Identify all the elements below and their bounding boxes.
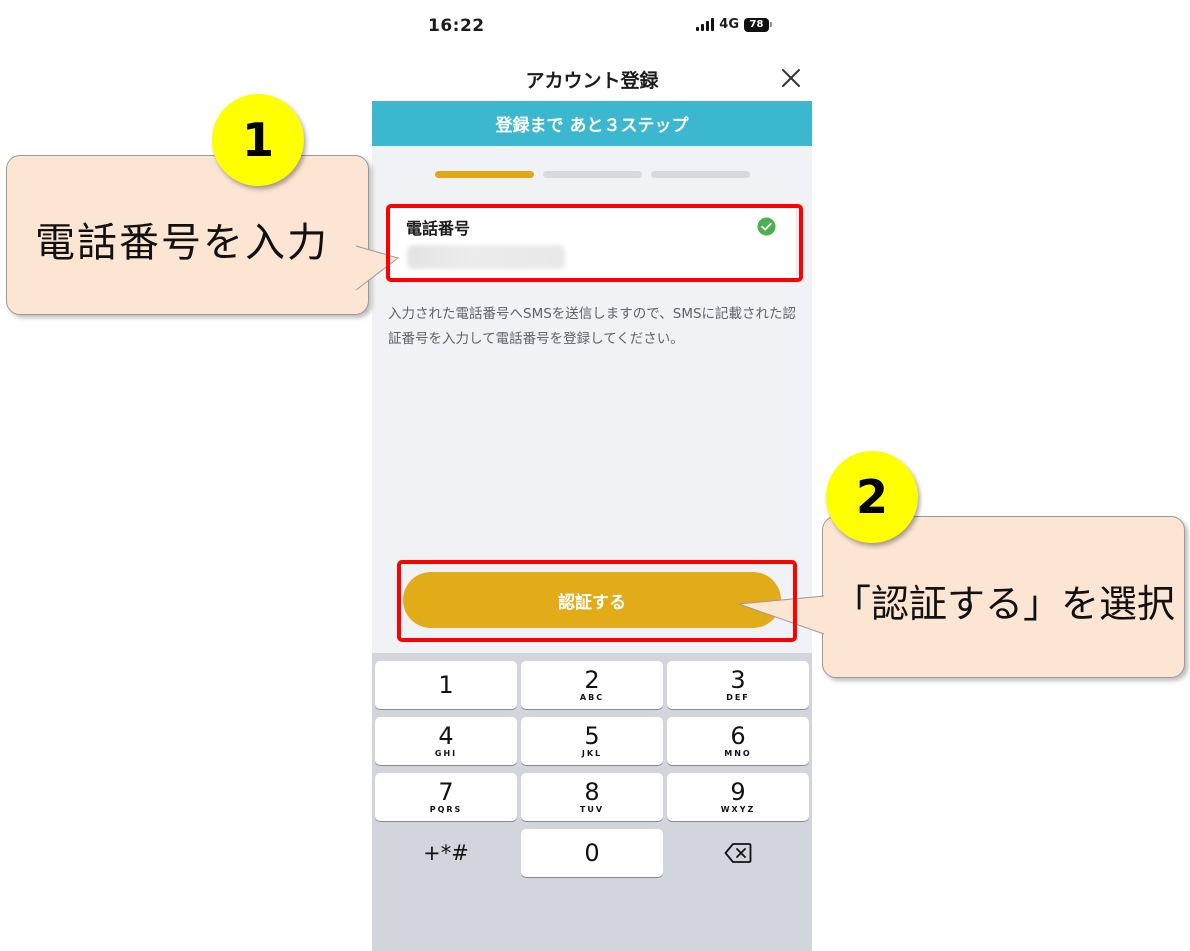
- key-letters: JKL: [581, 748, 603, 758]
- key-digit: 3: [730, 665, 746, 694]
- status-indicators: 4G 78: [696, 17, 772, 32]
- highlight-phone-field: [386, 204, 803, 282]
- key-digit: 8: [584, 777, 600, 806]
- key-letters: MNO: [724, 748, 752, 758]
- key-6[interactable]: 6 MNO: [667, 717, 809, 765]
- step-progress: [435, 171, 750, 178]
- key-1[interactable]: 1: [375, 661, 517, 709]
- key-digit: 9: [730, 777, 746, 806]
- sms-notice: 入力された電話番号へSMSを送信しますので、SMSに記載された認証番号を入力して…: [388, 306, 797, 347]
- phone-screen: 16:22 4G 78 アカウント登録 登録まで あと３ステップ 電話番号 09…: [372, 0, 812, 951]
- progress-step-1: [435, 171, 534, 178]
- key-letters: GHI: [434, 748, 458, 758]
- key-digit: 5: [584, 721, 600, 750]
- nav-bar: アカウント登録: [372, 52, 812, 102]
- progress-step-2: [543, 171, 642, 178]
- key-0[interactable]: 0: [521, 829, 663, 877]
- delete-backspace-icon: [724, 843, 752, 863]
- battery-level: 78: [744, 17, 769, 32]
- key-digit: 4: [438, 721, 454, 750]
- key-9[interactable]: 9 WXYZ: [667, 773, 809, 821]
- key-digit: 0: [584, 839, 600, 867]
- network-label: 4G: [719, 17, 739, 32]
- key-digit: 6: [730, 721, 746, 750]
- signal-icon: [696, 18, 715, 31]
- key-3[interactable]: 3 DEF: [667, 661, 809, 709]
- battery-icon: 78: [744, 17, 772, 32]
- key-letters: DEF: [726, 692, 750, 702]
- key-5[interactable]: 5 JKL: [521, 717, 663, 765]
- key-letters: PQRS: [429, 804, 463, 814]
- key-digit: 2: [584, 665, 600, 694]
- numeric-keypad: 1 2 ABC 3 DEF 4 GHI 5 JKL 6 MNO 7 PQRS 8…: [372, 653, 812, 951]
- key-2[interactable]: 2 ABC: [521, 661, 663, 709]
- step-2-badge: 2: [826, 451, 918, 543]
- progress-step-3: [651, 171, 750, 178]
- key-symbols[interactable]: +*#: [375, 829, 517, 877]
- key-digit: 7: [438, 777, 454, 806]
- status-time: 16:22: [428, 16, 485, 36]
- callout-step-1-text: 電話番号を入力: [35, 220, 329, 266]
- key-7[interactable]: 7 PQRS: [375, 773, 517, 821]
- key-letters: ABC: [579, 692, 605, 702]
- callout-step-2-text: 「認証する」を選択: [833, 582, 1176, 626]
- key-4[interactable]: 4 GHI: [375, 717, 517, 765]
- step-1-badge: 1: [212, 94, 304, 186]
- steps-remaining-banner: 登録まで あと３ステップ: [372, 101, 812, 146]
- highlight-verify-button: [397, 560, 797, 642]
- callout-step-1: 電話番号を入力: [6, 155, 369, 315]
- key-digit: 1: [438, 671, 454, 699]
- delete-key[interactable]: [667, 829, 809, 877]
- key-8[interactable]: 8 TUV: [521, 773, 663, 821]
- page-title: アカウント登録: [525, 70, 659, 92]
- status-bar: 16:22 4G 78: [372, 0, 812, 52]
- key-letters: WXYZ: [720, 804, 756, 814]
- key-letters: TUV: [579, 804, 605, 814]
- close-icon[interactable]: [780, 67, 802, 89]
